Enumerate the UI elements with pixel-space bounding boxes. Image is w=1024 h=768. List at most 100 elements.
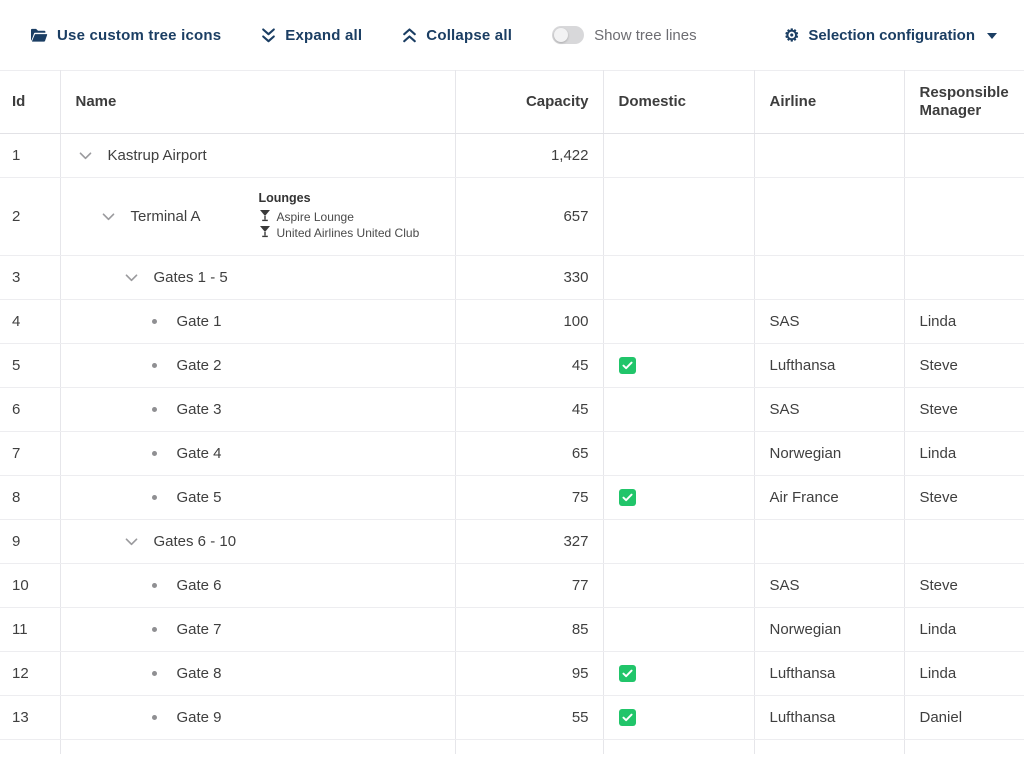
gear-icon: ⚙ (784, 27, 799, 44)
cell-capacity: 85 (455, 608, 603, 652)
row-expand-chevron-down-icon[interactable] (122, 274, 142, 282)
leaf-bullet-icon (145, 671, 165, 676)
cell-capacity: 75 (455, 476, 603, 520)
table-row[interactable]: 3Gates 1 - 5330 (0, 256, 1024, 300)
cell-airline: Norwegian (754, 608, 904, 652)
row-name-label: Gate 6 (177, 577, 222, 594)
cell-name: Gate 5 (60, 476, 455, 520)
cell-airline: Lufthansa (754, 344, 904, 388)
cell-airline: Lufthansa (754, 696, 904, 740)
cell-id: 3 (0, 256, 60, 300)
cell-id: 9 (0, 520, 60, 564)
cell-airline (754, 178, 904, 256)
cell-airline: SAS (754, 300, 904, 344)
cell-name: Gate 1 (60, 300, 455, 344)
cell-manager: Steve (904, 344, 1024, 388)
cell-manager: Steve (904, 388, 1024, 432)
table-row[interactable]: 1Kastrup Airport1,422 (0, 134, 1024, 178)
domestic-checkbox-checked[interactable] (619, 357, 636, 374)
double-chevron-up-icon (402, 27, 417, 44)
lounge-item: United Airlines United Club (259, 225, 420, 241)
cell-name: Kastrup Airport (60, 134, 455, 178)
table-row[interactable]: 6Gate 345SASSteve (0, 388, 1024, 432)
cell-airline: Lufthansa (754, 652, 904, 696)
domestic-checkbox-checked[interactable] (619, 665, 636, 682)
selection-configuration-dropdown[interactable]: ⚙ Selection configuration (784, 27, 997, 44)
row-name-label: Gate 9 (177, 709, 222, 726)
cell-capacity: 657 (455, 178, 603, 256)
leaf-bullet-icon (145, 715, 165, 720)
header-responsible-manager[interactable]: Responsible Manager (904, 71, 1024, 134)
table-row[interactable]: 5Gate 245LufthansaSteve (0, 344, 1024, 388)
lounge-item: Aspire Lounge (259, 209, 420, 225)
row-name-label: Gate 5 (177, 489, 222, 506)
cell-domestic (603, 564, 754, 608)
row-name-label: Gates 1 - 5 (154, 269, 228, 286)
cell-domestic (603, 300, 754, 344)
row-name-label: Gate 3 (177, 401, 222, 418)
cell-manager: Linda (904, 300, 1024, 344)
use-custom-tree-icons-button[interactable]: Use custom tree icons (30, 27, 221, 44)
header-name[interactable]: Name (60, 71, 455, 134)
row-expand-chevron-down-icon[interactable] (99, 213, 119, 221)
expand-all-label: Expand all (285, 27, 362, 44)
show-tree-lines-label: Show tree lines (594, 27, 697, 44)
cell-capacity: 100 (455, 300, 603, 344)
table-row[interactable]: 7Gate 465NorwegianLinda (0, 432, 1024, 476)
cell-id: 12 (0, 652, 60, 696)
use-custom-tree-icons-label: Use custom tree icons (57, 27, 221, 44)
table-row[interactable]: 4Gate 1100SASLinda (0, 300, 1024, 344)
expand-all-button[interactable]: Expand all (261, 27, 362, 44)
row-expand-chevron-down-icon[interactable] (76, 152, 96, 160)
cell-name: Gate 6 (60, 564, 455, 608)
collapse-all-button[interactable]: Collapse all (402, 27, 512, 44)
cell-id: 8 (0, 476, 60, 520)
cell-airline: Norwegian (754, 432, 904, 476)
cell-name: Gate 9 (60, 696, 455, 740)
table-row[interactable]: 8Gate 575Air FranceSteve (0, 476, 1024, 520)
row-name-label: Gate 1 (177, 313, 222, 330)
table-row[interactable]: 11Gate 785NorwegianLinda (0, 608, 1024, 652)
row-name-label: Gate 8 (177, 665, 222, 682)
leaf-bullet-icon (145, 583, 165, 588)
row-expand-chevron-down-icon[interactable] (122, 538, 142, 546)
domestic-checkbox-checked[interactable] (619, 489, 636, 506)
cell-name: Gate 3 (60, 388, 455, 432)
cell-airline: SAS (754, 388, 904, 432)
cell-name: Gate 8 (60, 652, 455, 696)
header-capacity[interactable]: Capacity (455, 71, 603, 134)
cell-capacity: 45 (455, 344, 603, 388)
header-airline[interactable]: Airline (754, 71, 904, 134)
cell-capacity: 1,422 (455, 134, 603, 178)
cell-domestic (603, 344, 754, 388)
cell-id: 7 (0, 432, 60, 476)
cell-name: Terminal ALoungesAspire LoungeUnited Air… (60, 178, 455, 256)
header-domestic[interactable]: Domestic (603, 71, 754, 134)
cell-manager: Linda (904, 652, 1024, 696)
table-row[interactable]: 10Gate 677SASSteve (0, 564, 1024, 608)
cell-manager (904, 178, 1024, 256)
cell-name: Gates 1 - 5 (60, 256, 455, 300)
cell-name: Gates 6 - 10 (60, 520, 455, 564)
row-name-label: Gate 4 (177, 445, 222, 462)
table-row[interactable]: 12Gate 895LufthansaLinda (0, 652, 1024, 696)
cell-capacity: 327 (455, 520, 603, 564)
cell-id: 11 (0, 608, 60, 652)
empty-cell (0, 740, 60, 754)
leaf-bullet-icon (145, 451, 165, 456)
cell-name: Gate 2 (60, 344, 455, 388)
double-chevron-down-icon (261, 27, 276, 44)
table-row[interactable]: 9Gates 6 - 10327 (0, 520, 1024, 564)
header-id[interactable]: Id (0, 71, 60, 134)
empty-cell (60, 740, 455, 754)
martini-glass-icon (259, 209, 271, 225)
cell-manager: Linda (904, 608, 1024, 652)
table-row[interactable]: 13Gate 955LufthansaDaniel (0, 696, 1024, 740)
domestic-checkbox-checked[interactable] (619, 709, 636, 726)
lounges-title: Lounges (259, 191, 420, 205)
cell-domestic (603, 178, 754, 256)
cell-domestic (603, 432, 754, 476)
martini-glass-icon (259, 225, 271, 241)
show-tree-lines-switch[interactable] (552, 26, 584, 44)
table-row[interactable]: 2Terminal ALoungesAspire LoungeUnited Ai… (0, 178, 1024, 256)
